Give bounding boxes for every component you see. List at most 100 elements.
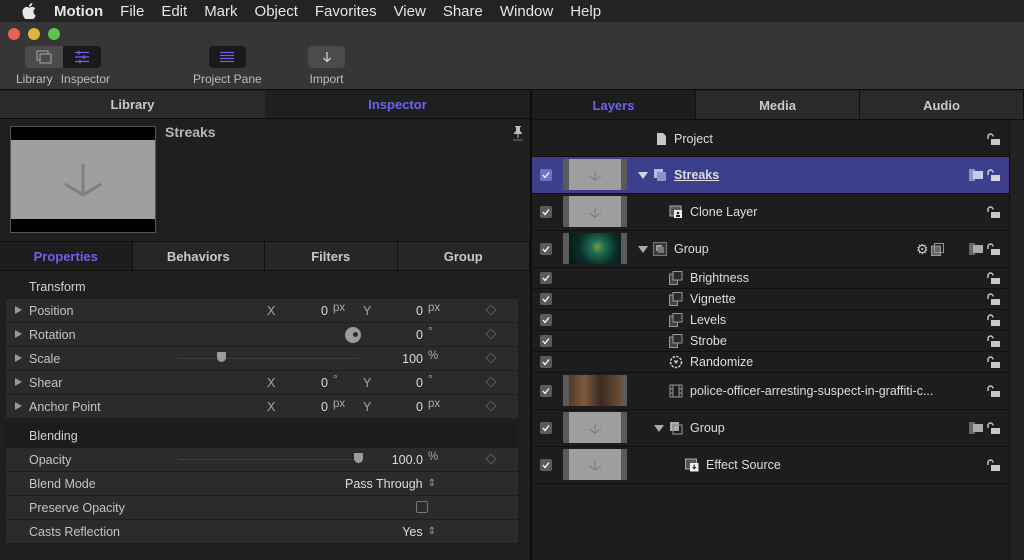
scale-slider-track[interactable] (178, 358, 358, 359)
unlock-icon[interactable] (986, 335, 1000, 347)
expand-triangle-icon[interactable] (15, 378, 22, 386)
unlock-icon[interactable] (986, 169, 1000, 181)
preserve-opacity-checkbox[interactable] (416, 501, 428, 513)
layer-visibility-checkbox[interactable] (540, 422, 552, 434)
opacity-slider-track[interactable] (178, 459, 358, 460)
layer-visibility-checkbox[interactable] (540, 356, 552, 368)
unlock-icon[interactable] (986, 385, 1000, 397)
layer-row-vignette[interactable]: Vignette (532, 289, 1009, 310)
unlock-icon[interactable] (986, 314, 1000, 326)
layer-row-video[interactable]: police-officer-arresting-suspect-in-graf… (532, 373, 1009, 410)
tab-media[interactable]: Media (696, 91, 860, 119)
subtab-properties[interactable]: Properties (0, 242, 133, 270)
layer-row-clone-layer[interactable]: Clone Layer (532, 194, 1009, 231)
unlock-icon[interactable] (986, 243, 1000, 255)
pin-icon[interactable] (512, 125, 524, 146)
menu-favorites[interactable]: Favorites (315, 3, 377, 20)
disclosure-triangle-icon[interactable] (638, 172, 648, 179)
inspector-button[interactable] (63, 46, 102, 68)
filter-badge-icon[interactable] (931, 242, 944, 256)
layer-row-brightness[interactable]: Brightness (532, 268, 1009, 289)
rotation-dial[interactable] (345, 327, 361, 343)
menu-view[interactable]: View (394, 3, 426, 20)
layer-visibility-checkbox[interactable] (540, 272, 552, 284)
layer-visibility-checkbox[interactable] (540, 293, 552, 305)
stack-icon[interactable] (969, 169, 983, 181)
keyframe-diamond-icon[interactable] (485, 304, 497, 316)
layer-visibility-checkbox[interactable] (540, 314, 552, 326)
layer-row-group[interactable]: Group ⚙ (532, 231, 1009, 268)
position-x-value[interactable]: 0 (296, 304, 328, 318)
layer-row-strobe[interactable]: Strobe (532, 331, 1009, 352)
keyframe-diamond-icon[interactable] (485, 376, 497, 388)
library-button[interactable] (25, 46, 64, 68)
unlock-icon[interactable] (986, 272, 1000, 284)
unlock-icon[interactable] (986, 459, 1000, 471)
menu-file[interactable]: File (120, 3, 144, 20)
layer-row-randomize[interactable]: Randomize (532, 352, 1009, 373)
expand-triangle-icon[interactable] (15, 306, 22, 314)
subtab-behaviors[interactable]: Behaviors (132, 242, 265, 270)
rotation-value[interactable]: 0 (391, 328, 423, 342)
anchor-y-value[interactable]: 0 (391, 400, 423, 414)
tab-audio[interactable]: Audio (860, 91, 1024, 119)
layer-row-project[interactable]: Project (532, 121, 1009, 157)
unlock-icon[interactable] (986, 356, 1000, 368)
unlock-icon[interactable] (986, 293, 1000, 305)
keyframe-diamond-icon[interactable] (485, 400, 497, 412)
shear-x-value[interactable]: 0 (296, 376, 328, 390)
layer-visibility-checkbox[interactable] (540, 206, 552, 218)
keyframe-diamond-icon[interactable] (485, 352, 497, 364)
tab-inspector[interactable]: Inspector (265, 91, 530, 118)
expand-triangle-icon[interactable] (15, 354, 22, 362)
anchor-x-value[interactable]: 0 (296, 400, 328, 414)
opacity-slider-thumb[interactable] (354, 453, 363, 463)
keyframe-diamond-icon[interactable] (485, 453, 497, 465)
stack-icon[interactable] (969, 243, 983, 255)
layer-visibility-checkbox[interactable] (540, 335, 552, 347)
layer-row-group-2[interactable]: Group (532, 410, 1009, 447)
disclosure-triangle-icon[interactable] (638, 246, 648, 253)
subtab-filters[interactable]: Filters (265, 242, 398, 270)
menu-edit[interactable]: Edit (161, 3, 187, 20)
position-y-value[interactable]: 0 (391, 304, 423, 318)
minimize-window-button[interactable] (28, 28, 40, 40)
subtab-group[interactable]: Group (397, 242, 530, 270)
menu-window[interactable]: Window (500, 3, 553, 20)
expand-triangle-icon[interactable] (15, 330, 22, 338)
menu-share[interactable]: Share (443, 3, 483, 20)
shear-y-value[interactable]: 0 (391, 376, 423, 390)
layers-scrollbar[interactable] (1009, 121, 1024, 560)
unlock-icon[interactable] (986, 132, 1000, 145)
tab-layers[interactable]: Layers (532, 91, 696, 119)
close-window-button[interactable] (8, 28, 20, 40)
layer-visibility-checkbox[interactable] (540, 243, 552, 255)
casts-reflection-popup[interactable]: Yes ⇕ (402, 525, 436, 539)
project-pane-button[interactable] (208, 46, 246, 68)
layer-row-levels[interactable]: Levels (532, 310, 1009, 331)
behavior-gear-icon[interactable]: ⚙ (916, 241, 929, 258)
opacity-value[interactable]: 100.0 (376, 453, 423, 467)
layer-row-effect-source[interactable]: Effect Source (532, 447, 1009, 484)
tab-library[interactable]: Library (0, 91, 265, 118)
layer-visibility-checkbox[interactable] (540, 385, 552, 397)
scale-slider-thumb[interactable] (217, 352, 227, 362)
import-button[interactable] (308, 46, 345, 68)
menu-help[interactable]: Help (570, 3, 601, 20)
unlock-icon[interactable] (986, 422, 1000, 434)
layer-row-streaks[interactable]: Streaks (532, 157, 1009, 194)
scale-value[interactable]: 100 (391, 352, 423, 366)
layer-visibility-checkbox[interactable] (540, 459, 552, 471)
menu-mark[interactable]: Mark (204, 3, 237, 20)
expand-triangle-icon[interactable] (15, 402, 22, 410)
zoom-window-button[interactable] (48, 28, 60, 40)
unlock-icon[interactable] (986, 206, 1000, 218)
apple-menu-icon[interactable] (20, 3, 38, 19)
disclosure-triangle-icon[interactable] (654, 425, 664, 432)
layer-visibility-checkbox[interactable] (540, 169, 552, 181)
keyframe-diamond-icon[interactable] (485, 328, 497, 340)
stack-icon[interactable] (969, 422, 983, 434)
menu-object[interactable]: Object (255, 3, 298, 20)
blend-mode-popup[interactable]: Pass Through ⇕ (345, 477, 436, 491)
menu-motion[interactable]: Motion (54, 3, 103, 20)
